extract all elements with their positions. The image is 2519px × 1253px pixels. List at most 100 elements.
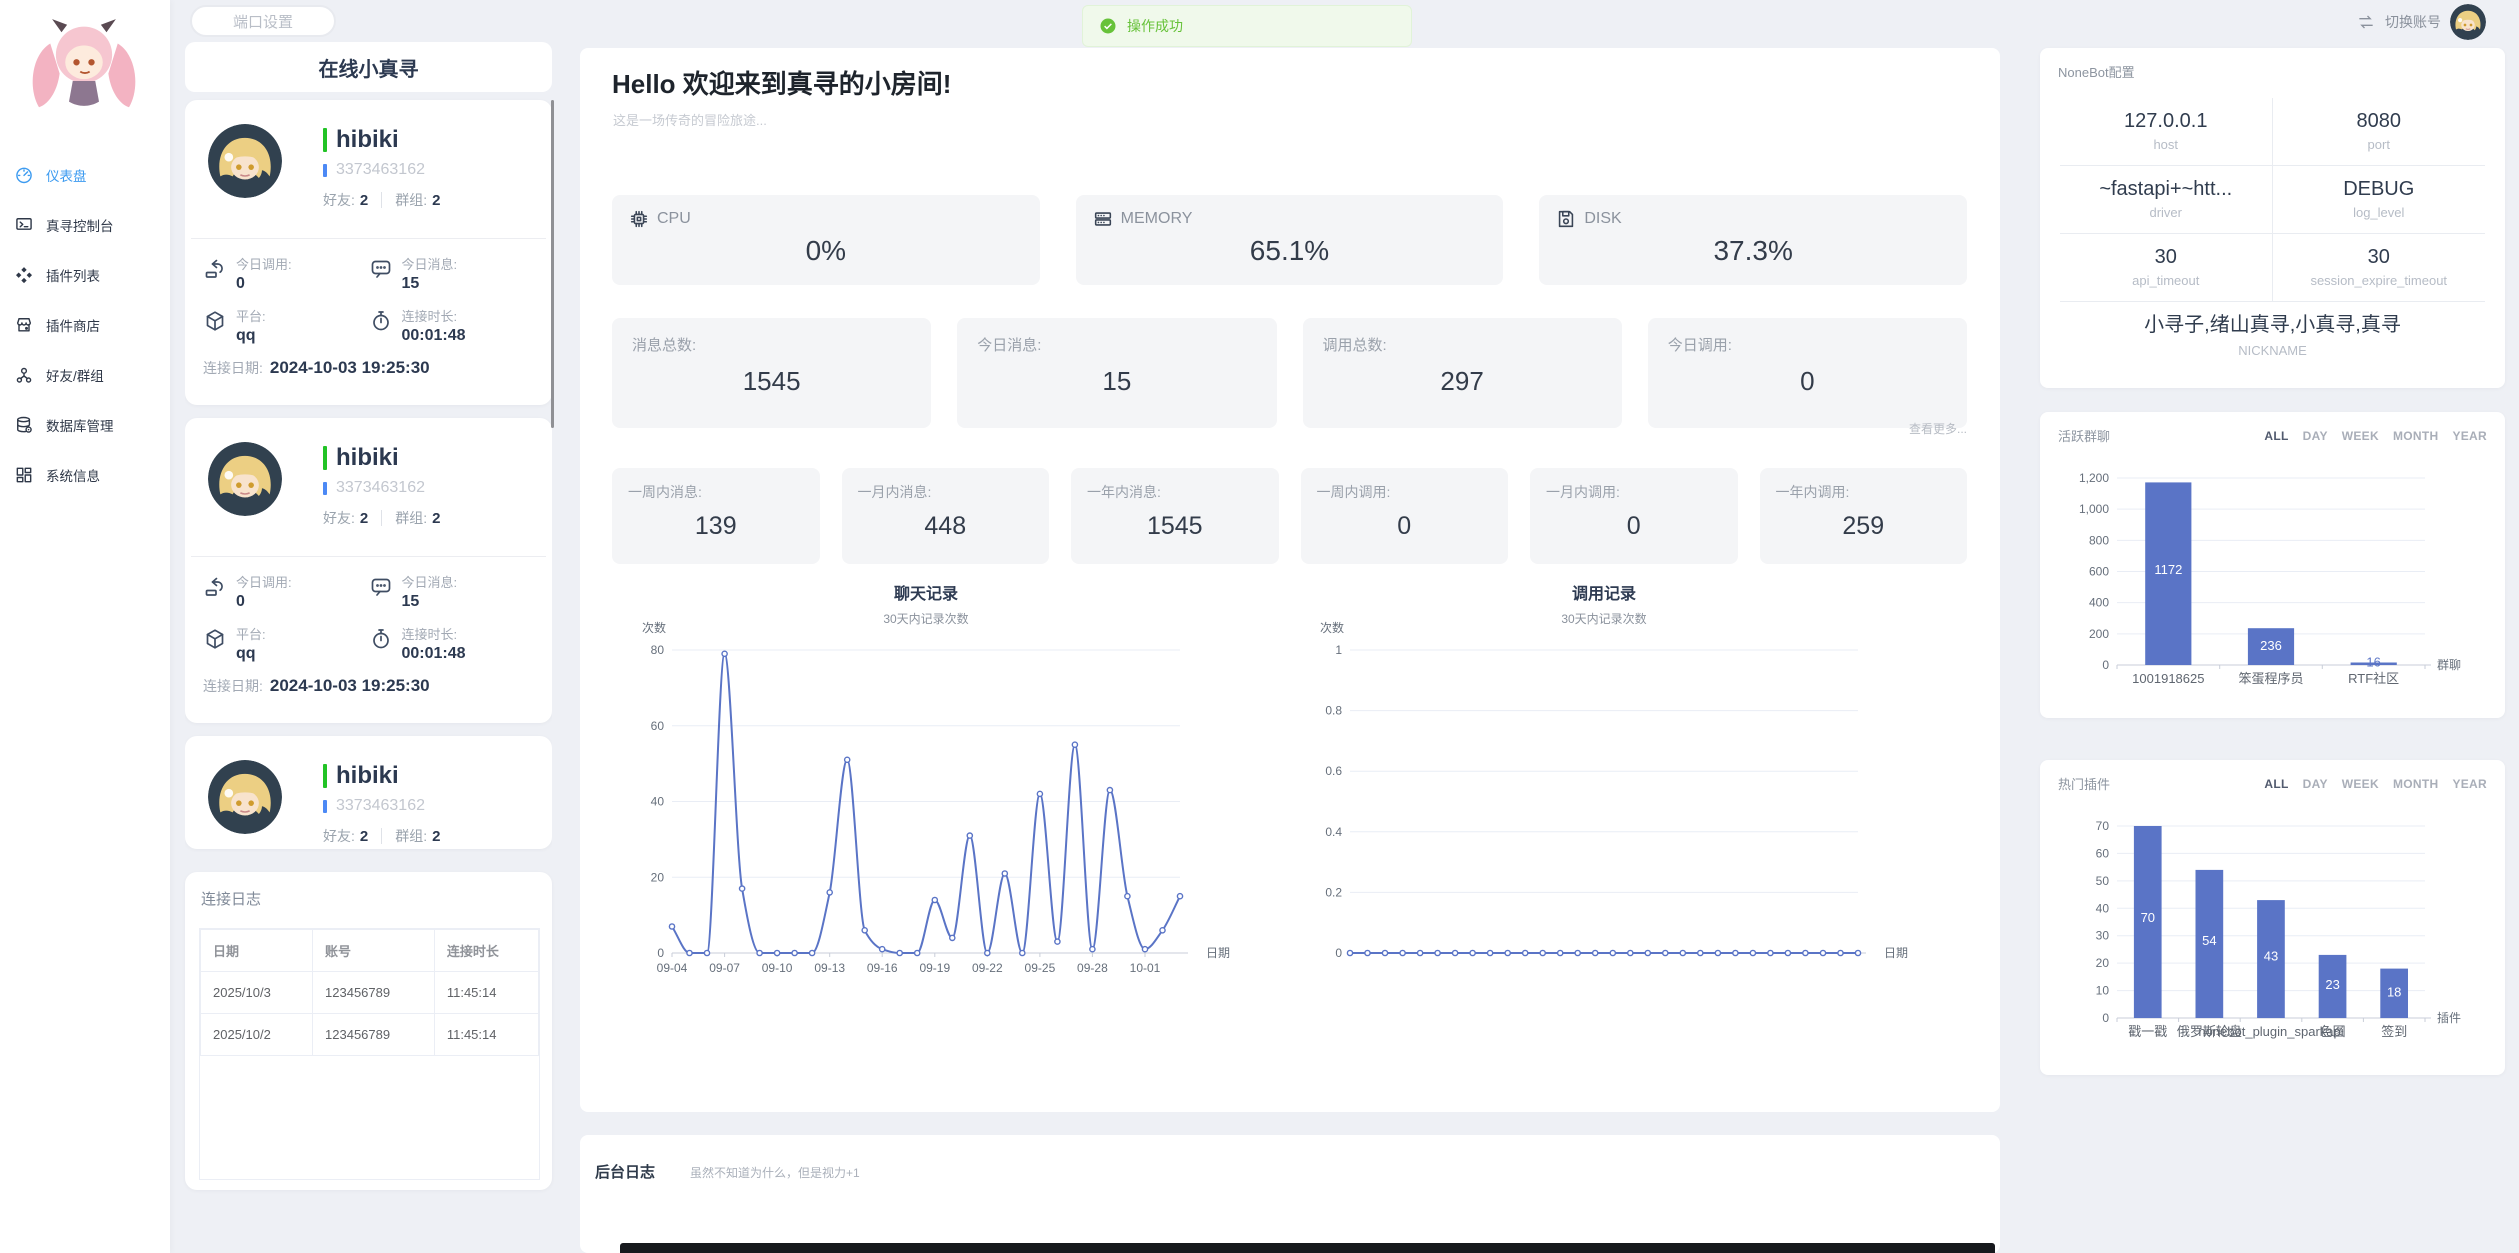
svg-text:聊天记录: 聊天记录 [894, 584, 958, 603]
success-toast: 操作成功 [1082, 5, 1412, 47]
svg-text:43: 43 [2264, 949, 2278, 964]
bot-card[interactable]: hibiki 3373463162 好友:2群组:2 今日调用: 0 今日消息:… [185, 418, 552, 723]
svg-text:600: 600 [2089, 565, 2109, 579]
bot-stat-value: qq [236, 327, 266, 345]
plugin-list-icon [14, 265, 34, 285]
period-stats-row: 一周内消息:139一月内消息:448一年内消息:1545一周内调用:0一月内调用… [612, 468, 1967, 564]
bot-stat-value: 0 [236, 593, 292, 611]
config-label: port [2273, 137, 2486, 152]
period-stat-box: 一月内消息:448 [842, 468, 1050, 564]
log-cell: 11:45:14 [434, 1014, 538, 1056]
call-records-chart: 调用记录30天内记录次数次数00.20.40.60.81日期 [1288, 575, 1948, 995]
active-groups-tab-day[interactable]: DAY [2303, 429, 2328, 443]
active-groups-tab-week[interactable]: WEEK [2342, 429, 2379, 443]
bot-name: hibiki [336, 444, 399, 472]
active-groups-tab-month[interactable]: MONTH [2393, 429, 2439, 443]
platform-icon [203, 309, 227, 333]
sidebar-item-plugin-store[interactable]: 插件商店 [0, 300, 170, 350]
view-more-link[interactable]: 查看更多... [1909, 420, 1967, 437]
system-stat-label: MEMORY [1121, 210, 1193, 228]
hot-plugins-tab-week[interactable]: WEEK [2342, 777, 2379, 791]
message-icon [369, 257, 393, 281]
hot-plugins-chart: 01020304050607070戳一戳54俄罗斯轮盘43nonebot_plu… [2055, 806, 2490, 1056]
connection-date: 连接日期:2024-10-03 19:25:30 [185, 663, 552, 696]
port-settings-button[interactable]: 端口设置 [190, 5, 336, 37]
svg-text:1,000: 1,000 [2079, 502, 2109, 516]
connection-log-card: 连接日志 日期账号连接时长2025/10/312345678911:45:142… [185, 872, 552, 1190]
log-cell: 11:45:14 [434, 972, 538, 1014]
config-value: 30 [2060, 246, 2272, 269]
bot-stat-label: 平台: [236, 624, 266, 643]
svg-text:10: 10 [2096, 984, 2110, 998]
svg-text:30天内记录次数: 30天内记录次数 [883, 611, 968, 626]
svg-text:30: 30 [2096, 929, 2110, 943]
hot-plugins-tab-day[interactable]: DAY [2303, 777, 2328, 791]
sidebar-item-dashboard[interactable]: 仪表盘 [0, 150, 170, 200]
nonebot-config-card: NoneBot配置 127.0.0.1host8080port~fastapi+… [2040, 48, 2505, 388]
sidebar-item-console[interactable]: 真寻控制台 [0, 200, 170, 250]
active-groups-title: 活跃群聊 [2058, 426, 2110, 445]
switch-account-button[interactable]: 切换账号 [2385, 12, 2441, 32]
connection-log-title: 连接日志 [201, 888, 261, 909]
call-icon [203, 575, 227, 599]
dashboard-main-panel: Hello 欢迎来到真寻的小房间! 这是一场传奇的冒险旅途... CPU0%ME… [580, 48, 2000, 1112]
online-bots-column: 端口设置 在线小真寻 hibiki 3373463162 好友:2群组:2 今日… [181, 0, 556, 1253]
bot-avatar [208, 760, 282, 834]
svg-text:0.4: 0.4 [1325, 825, 1342, 839]
database-icon [14, 415, 34, 435]
sidebar-item-system-info[interactable]: 系统信息 [0, 450, 170, 500]
message-icon [369, 575, 393, 599]
sidebar-item-plugin-list[interactable]: 插件列表 [0, 250, 170, 300]
bot-stat: 今日调用: 0 [203, 572, 369, 611]
svg-text:签到: 签到 [2381, 1024, 2407, 1039]
hot-plugins-tab-year[interactable]: YEAR [2452, 777, 2487, 791]
page-subtitle: 这是一场传奇的冒险旅途... [613, 110, 767, 129]
sidebar-item-label: 数据库管理 [46, 415, 114, 435]
sidebar-item-friends-groups[interactable]: 好友/群组 [0, 350, 170, 400]
stat-label: 消息总数: [632, 334, 696, 355]
svg-text:09-25: 09-25 [1025, 961, 1056, 975]
active-groups-tab-year[interactable]: YEAR [2452, 429, 2487, 443]
config-label: host [2060, 137, 2272, 152]
bots-list-scrollbar[interactable] [551, 100, 554, 428]
bot-id-bar [323, 164, 327, 177]
svg-text:0: 0 [657, 946, 664, 960]
system-stat-box: MEMORY65.1% [1076, 195, 1504, 285]
account-avatar[interactable] [2450, 4, 2486, 40]
sidebar-item-database[interactable]: 数据库管理 [0, 400, 170, 450]
stat-label: 一月内消息: [858, 482, 932, 502]
svg-text:插件: 插件 [2437, 1011, 2461, 1025]
svg-text:20: 20 [651, 870, 665, 884]
system-stat-label: DISK [1584, 210, 1621, 228]
hot-plugins-tab-all[interactable]: ALL [2264, 777, 2288, 791]
svg-text:0.8: 0.8 [1325, 704, 1342, 718]
total-stat-box: 今日消息:15 [957, 318, 1276, 428]
bot-stat: 今日消息: 15 [369, 572, 535, 611]
hot-plugins-range-tabs: ALL DAY WEEK MONTH YEAR [2250, 775, 2487, 793]
disk-icon [1555, 208, 1577, 230]
plugin-store-icon [14, 315, 34, 335]
nickname-block: 小寻子,绪山真寻,小真寻,真寻 NICKNAME [2040, 308, 2505, 358]
stat-label: 一年内消息: [1087, 482, 1161, 502]
hot-plugins-tab-month[interactable]: MONTH [2393, 777, 2439, 791]
bot-card[interactable]: hibiki 3373463162 好友:2群组:2 [185, 736, 552, 849]
svg-text:18: 18 [2387, 984, 2401, 999]
connection-log-table: 日期账号连接时长2025/10/312345678911:45:142025/1… [199, 928, 540, 1180]
stat-label: 一周内调用: [1317, 482, 1391, 502]
svg-text:60: 60 [2096, 846, 2110, 860]
connection-date: 连接日期:2024-10-03 19:25:30 [185, 345, 552, 378]
active-groups-tab-all[interactable]: ALL [2264, 429, 2288, 443]
charts-row: 聊天记录30天内记录次数次数02040608009-0409-0709-1009… [610, 575, 1948, 995]
config-value: ~fastapi+~htt... [2060, 178, 2272, 201]
bot-card[interactable]: hibiki 3373463162 好友:2群组:2 今日调用: 0 今日消息:… [185, 100, 552, 405]
system-stat-value: 0% [612, 235, 1040, 267]
config-value: 127.0.0.1 [2060, 110, 2272, 133]
config-cell: 127.0.0.1 host [2060, 98, 2273, 166]
sidebar-item-label: 系统信息 [46, 465, 100, 485]
svg-text:09-10: 09-10 [762, 961, 793, 975]
log-terminal[interactable] [620, 1243, 1995, 1253]
memory-icon [1092, 208, 1114, 230]
online-bots-list[interactable]: hibiki 3373463162 好友:2群组:2 今日调用: 0 今日消息:… [185, 95, 552, 852]
system-stat-box: CPU0% [612, 195, 1040, 285]
active-groups-range-tabs: ALL DAY WEEK MONTH YEAR [2250, 427, 2487, 445]
